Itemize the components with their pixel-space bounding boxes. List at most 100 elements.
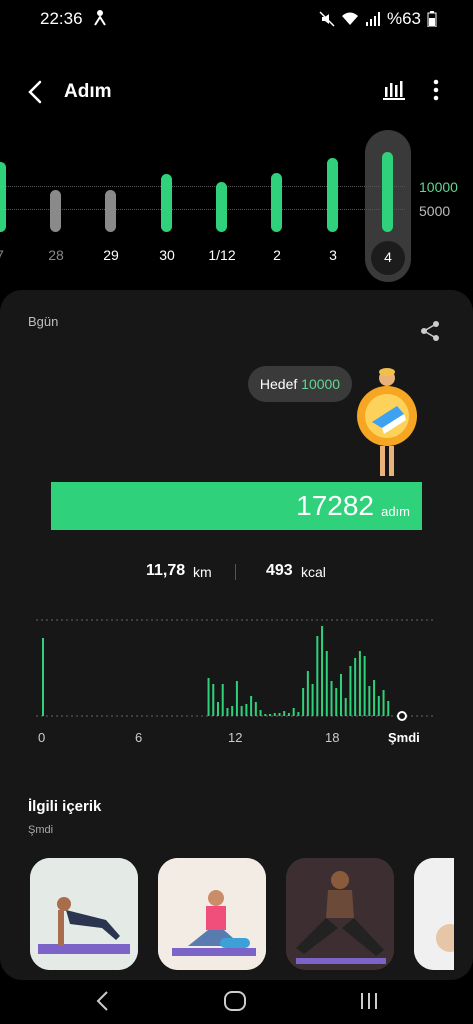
- day-bar-2[interactable]: [271, 173, 282, 232]
- hourly-bar: [292, 708, 295, 716]
- hourly-bar: [302, 688, 305, 716]
- status-right: %63: [319, 9, 437, 29]
- steps-count: 17282: [296, 490, 374, 521]
- weekly-steps-chart[interactable]: 7 28 29 30 1/12 2 3 4 10000 5000: [0, 120, 473, 285]
- calories-value: 493: [266, 562, 293, 579]
- related-content-subtitle: Şmdi: [28, 824, 54, 836]
- hourly-bar: [259, 710, 262, 716]
- goal-gridline-10000: [0, 186, 405, 187]
- day-label: 3: [329, 247, 337, 263]
- day-bar-1-12[interactable]: [216, 182, 227, 232]
- axis-label: 0: [38, 730, 46, 745]
- related-thumb-stretch[interactable]: [158, 858, 266, 970]
- stats-row: 11,78 km 493 kcal: [0, 562, 473, 586]
- hourly-bar: [217, 702, 219, 716]
- hourly-bar: [226, 708, 229, 716]
- level-label-5000: 5000: [419, 203, 451, 219]
- hourly-bar: [306, 671, 309, 716]
- axis-label: 18: [325, 730, 340, 745]
- axis-label: 6: [135, 730, 143, 745]
- hourly-bar: [335, 688, 338, 716]
- distance-unit: km: [193, 564, 212, 580]
- hourly-bar: [363, 656, 366, 716]
- more-options-icon[interactable]: [424, 77, 448, 103]
- related-content-title: İlgili içerik: [28, 798, 102, 815]
- hourly-bar: [330, 681, 333, 716]
- day-bar-7[interactable]: [0, 162, 6, 232]
- back-icon[interactable]: [22, 78, 50, 106]
- hourly-bar: [325, 651, 328, 716]
- goal-value: 10000: [301, 376, 341, 392]
- share-icon[interactable]: [419, 320, 441, 342]
- level-label-10000: 10000: [419, 179, 458, 195]
- hourly-bar: [212, 684, 215, 716]
- wifi-icon: [341, 12, 358, 25]
- steps-unit: adım: [381, 504, 410, 519]
- axis-label: 12: [228, 730, 243, 745]
- related-content-carousel[interactable]: [30, 858, 454, 970]
- hourly-bar: [42, 638, 44, 716]
- hourly-bar: [254, 702, 257, 716]
- hourly-bar: [382, 690, 385, 716]
- goal-label: Hedef: [259, 376, 298, 392]
- mute-icon: [319, 11, 335, 27]
- day-bar-4[interactable]: [382, 152, 393, 232]
- day-bar-29[interactable]: [105, 190, 116, 232]
- calories-unit: kcal: [301, 564, 326, 580]
- hourly-bar: [287, 713, 290, 716]
- hourly-bar: [311, 684, 314, 716]
- nav-recent-apps-icon[interactable]: [357, 986, 381, 1016]
- bar-chart-icon[interactable]: [382, 77, 406, 101]
- day-label: 2: [273, 247, 281, 263]
- mascot-illustration: [357, 368, 417, 476]
- battery-icon: [427, 11, 437, 27]
- day-label-selected: 4: [384, 249, 392, 265]
- goal-bubble: Hedef 10000: [248, 366, 352, 402]
- distance-value: 11,78: [146, 562, 186, 579]
- hourly-bar: [283, 711, 286, 716]
- hourly-bar: [349, 666, 352, 716]
- stats-divider: [235, 564, 236, 580]
- related-thumb-pushup[interactable]: [30, 858, 138, 970]
- hourly-bar: [207, 678, 210, 716]
- period-label: Bgün: [28, 314, 59, 329]
- today-card: Bgün Hedef 10000 17282 adım 11,78 km 493…: [0, 290, 473, 980]
- hourly-bar: [316, 636, 319, 716]
- hourly-bar: [373, 680, 376, 716]
- status-bar: 22:36 %63: [0, 0, 473, 36]
- day-label: 29: [103, 247, 119, 263]
- axis-label-now: Şmdi: [388, 730, 420, 745]
- hourly-bar: [269, 714, 272, 716]
- hourly-bar: [339, 674, 342, 716]
- app-bar: Adım: [0, 60, 473, 120]
- status-time: 22:36: [40, 9, 83, 28]
- battery-percent: %63: [386, 9, 421, 28]
- day-bar-3[interactable]: [327, 158, 338, 232]
- hourly-bar: [273, 713, 276, 716]
- related-thumb-partial[interactable]: [414, 858, 454, 970]
- page-title: Adım: [64, 81, 112, 102]
- hourly-bar: [278, 713, 281, 716]
- hourly-bar: [221, 684, 224, 716]
- signal-icon: [365, 12, 380, 26]
- hourly-bar: [354, 658, 357, 716]
- system-nav-bar: [0, 980, 473, 1024]
- hourly-bar: [344, 698, 347, 716]
- day-label: 30: [159, 247, 175, 263]
- hourly-bar: [387, 701, 390, 716]
- steps-progress-bar: 17282 adım: [51, 482, 422, 530]
- hourly-bar: [264, 714, 267, 716]
- nav-back-icon[interactable]: [92, 986, 114, 1016]
- hourly-bar: [235, 681, 238, 716]
- hourly-bar: [377, 696, 380, 716]
- hourly-bar: [321, 626, 324, 716]
- current-time-marker: [397, 711, 407, 721]
- hourly-bar: [231, 706, 234, 716]
- related-thumb-yoga[interactable]: [286, 858, 394, 970]
- day-label: 1/12: [208, 247, 236, 263]
- nav-home-icon[interactable]: [222, 986, 248, 1016]
- day-bar-28[interactable]: [50, 190, 61, 232]
- day-bar-30[interactable]: [161, 174, 172, 232]
- person-activity-icon: [94, 10, 106, 26]
- day-label: 28: [48, 247, 64, 263]
